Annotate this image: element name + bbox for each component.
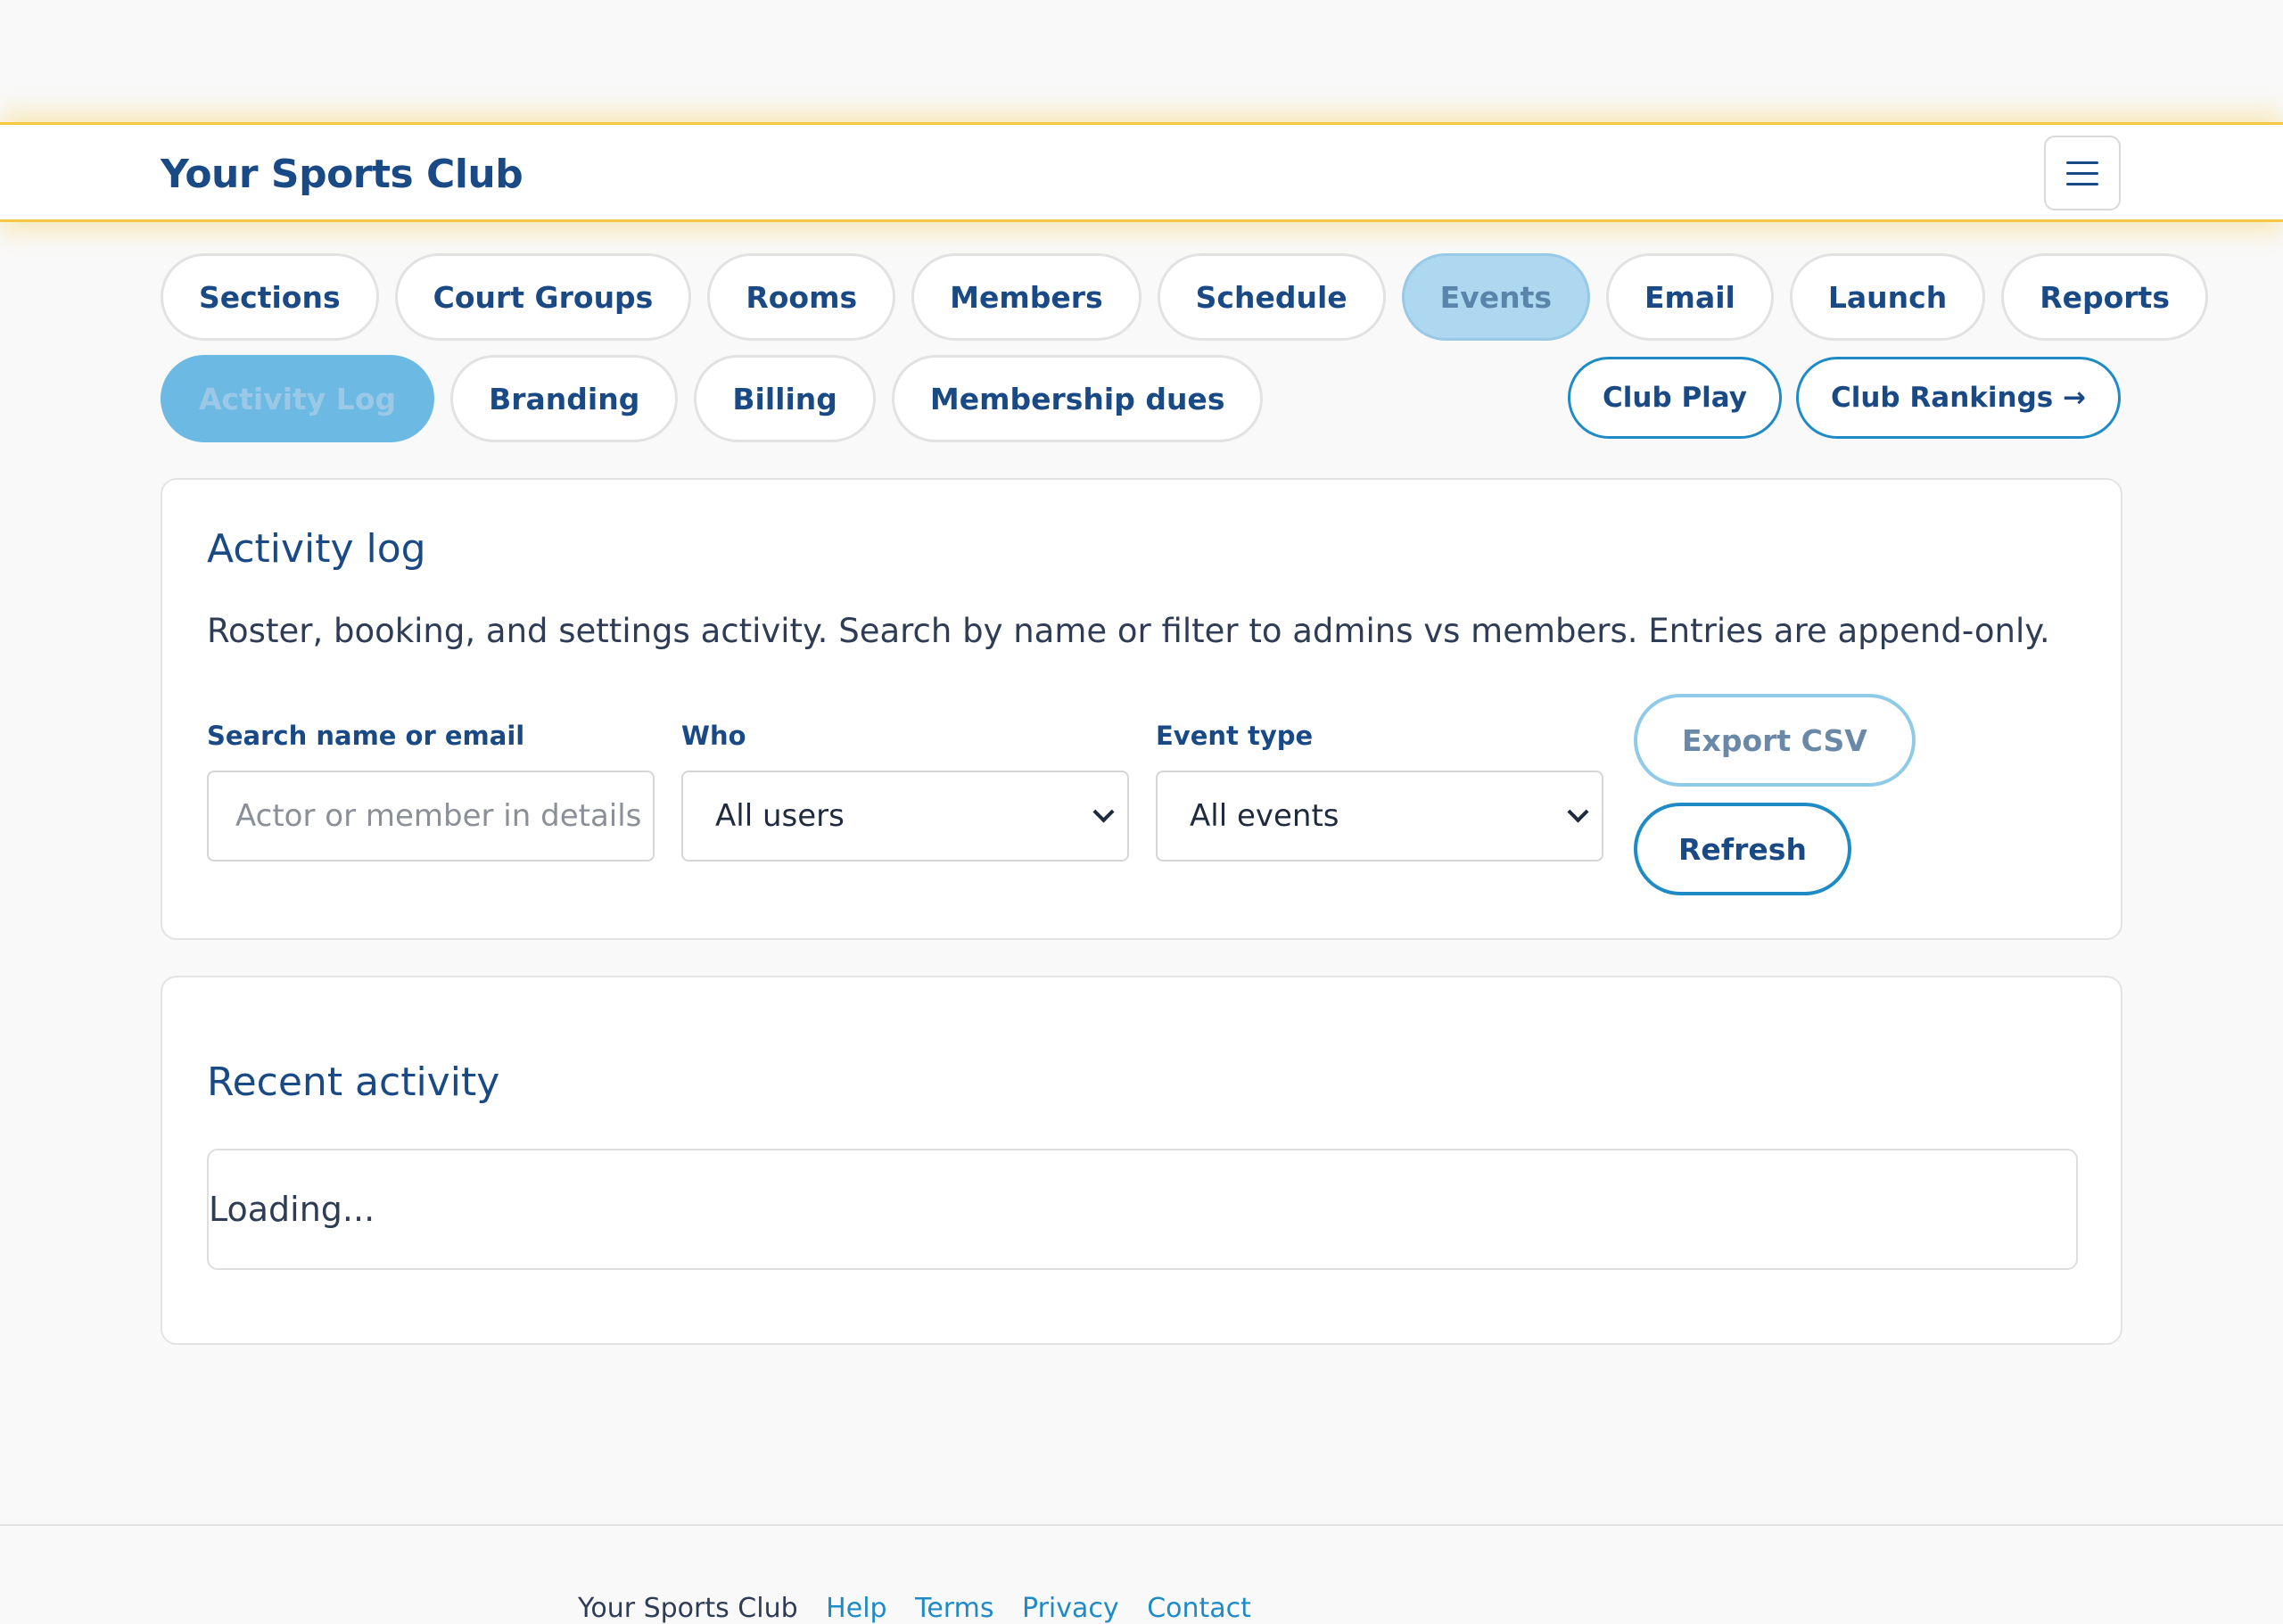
admin-nav-row-1: Sections Court Groups Rooms Members Sche… xyxy=(161,253,2208,341)
search-field: Search name or email Actor or member in … xyxy=(207,721,655,861)
footer-brand: Your Sports Club xyxy=(578,1593,798,1624)
recent-activity-card: Recent activity Loading... xyxy=(161,976,2122,1345)
nav-activity-log[interactable]: Activity Log xyxy=(161,355,435,442)
activity-log-card: Activity log Roster, booking, and settin… xyxy=(161,478,2122,940)
activity-list-status: Loading... xyxy=(207,1149,2078,1270)
footer: Your Sports Club Help Terms Privacy Cont… xyxy=(578,1593,1251,1624)
chevron-down-icon xyxy=(1092,800,1115,823)
footer-divider xyxy=(0,1524,2283,1526)
external-links: Club Play Club Rankings → xyxy=(1568,357,2121,439)
nav-email[interactable]: Email xyxy=(1606,253,1774,341)
nav-branding[interactable]: Branding xyxy=(450,355,679,442)
event-type-selected-value: All events xyxy=(1190,798,1339,834)
search-input[interactable]: Actor or member in details xyxy=(207,771,655,861)
search-label: Search name or email xyxy=(207,721,525,751)
nav-events[interactable]: Events xyxy=(1401,253,1591,341)
activity-log-title: Activity log xyxy=(207,526,426,572)
who-field: Who All users xyxy=(681,721,1129,861)
nav-billing[interactable]: Billing xyxy=(694,355,876,442)
who-label: Who xyxy=(681,721,746,751)
nav-court-groups[interactable]: Court Groups xyxy=(394,253,692,341)
footer-contact-link[interactable]: Contact xyxy=(1147,1593,1251,1624)
activity-log-description: Roster, booking, and settings activity. … xyxy=(207,612,2050,650)
recent-activity-title: Recent activity xyxy=(207,1059,500,1105)
nav-schedule[interactable]: Schedule xyxy=(1157,253,1386,341)
footer-privacy-link[interactable]: Privacy xyxy=(1022,1593,1119,1624)
club-rankings-link[interactable]: Club Rankings → xyxy=(1795,357,2121,439)
nav-members[interactable]: Members xyxy=(911,253,1142,341)
top-navbar: Your Sports Club xyxy=(0,122,2283,222)
who-selected-value: All users xyxy=(715,798,845,834)
brand-title[interactable]: Your Sports Club xyxy=(161,152,523,197)
export-csv-button[interactable]: Export CSV xyxy=(1634,694,1916,787)
nav-reports[interactable]: Reports xyxy=(2001,253,2208,341)
event-type-select[interactable]: All events xyxy=(1156,771,1603,861)
nav-sections[interactable]: Sections xyxy=(161,253,379,341)
nav-launch[interactable]: Launch xyxy=(1789,253,1986,341)
footer-terms-link[interactable]: Terms xyxy=(915,1593,993,1624)
hamburger-menu-button[interactable] xyxy=(2044,136,2121,210)
event-type-field: Event type All events xyxy=(1156,721,1603,861)
club-play-link[interactable]: Club Play xyxy=(1568,357,1782,439)
nav-membership-dues[interactable]: Membership dues xyxy=(891,355,1264,442)
who-select[interactable]: All users xyxy=(681,771,1129,861)
refresh-button[interactable]: Refresh xyxy=(1634,803,1851,895)
hamburger-icon xyxy=(2066,161,2098,185)
event-type-label: Event type xyxy=(1156,721,1314,751)
admin-nav-row-2: Activity Log Branding Billing Membership… xyxy=(161,355,1264,442)
chevron-down-icon xyxy=(1567,800,1589,823)
footer-help-link[interactable]: Help xyxy=(826,1593,886,1624)
nav-rooms[interactable]: Rooms xyxy=(707,253,896,341)
